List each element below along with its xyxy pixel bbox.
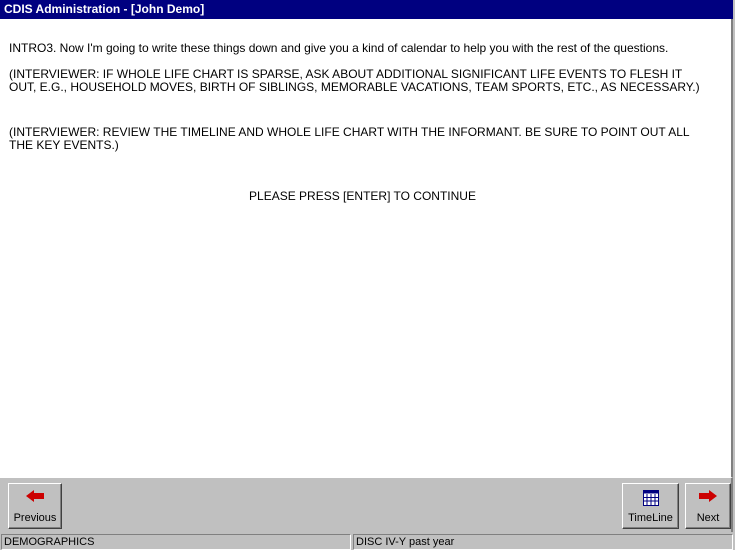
right-arrow-icon — [699, 490, 717, 505]
status-module: DISC IV-Y past year — [353, 534, 733, 550]
next-button[interactable]: Next — [685, 483, 731, 529]
status-section: DEMOGRAPHICS — [1, 534, 351, 550]
app-window: CDIS Administration - [John Demo] INTRO3… — [0, 0, 735, 550]
interviewer-instruction-2: (INTERVIEWER: REVIEW THE TIMELINE AND WH… — [9, 125, 690, 152]
interviewer-instruction-1: (INTERVIEWER: IF WHOLE LIFE CHART IS SPA… — [9, 67, 700, 94]
timeline-label: TimeLine — [628, 512, 673, 524]
continue-prompt: PLEASE PRESS [ENTER] TO CONTINUE — [249, 189, 476, 203]
question-intro-text: INTRO3. Now I'm going to write these thi… — [9, 41, 669, 55]
status-bar: DEMOGRAPHICS DISC IV-Y past year — [0, 532, 735, 550]
window-title: CDIS Administration - [John Demo] — [0, 0, 733, 19]
calendar-icon — [642, 490, 659, 509]
navigation-toolbar: Previous TimeLine Next — [0, 477, 733, 532]
previous-button[interactable]: Previous — [8, 483, 62, 529]
left-arrow-icon — [26, 490, 44, 505]
previous-label: Previous — [13, 512, 57, 524]
timeline-button[interactable]: TimeLine — [622, 483, 679, 529]
question-panel: INTRO3. Now I'm going to write these thi… — [0, 19, 733, 477]
next-label: Next — [696, 512, 720, 524]
